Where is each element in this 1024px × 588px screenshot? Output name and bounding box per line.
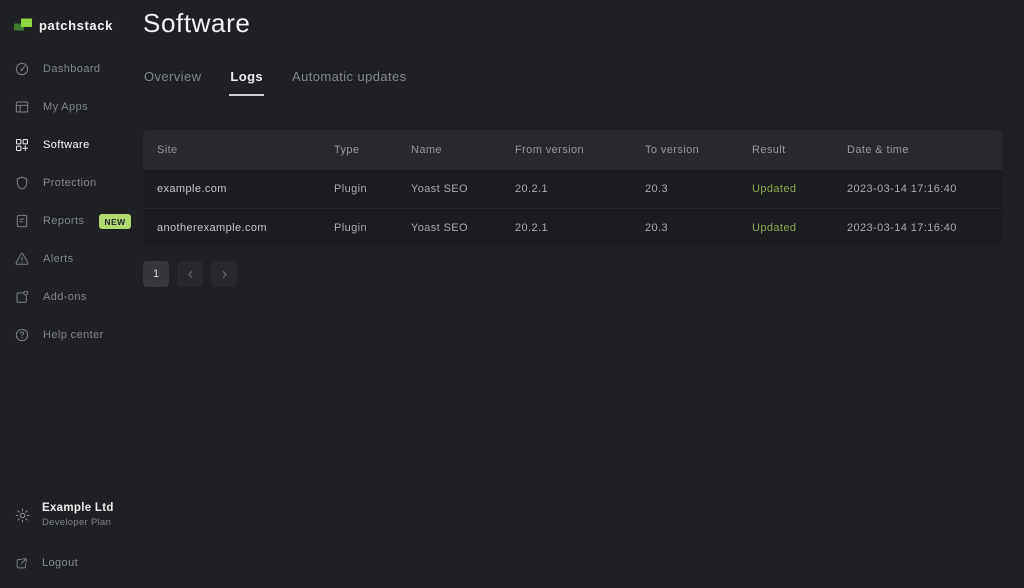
sidebar-item[interactable]: Software bbox=[14, 126, 128, 164]
sidebar-item-label: Help center bbox=[43, 329, 104, 341]
sidebar-item[interactable]: Help center bbox=[14, 316, 128, 354]
sidebar-footer: Example Ltd Developer Plan Logout bbox=[14, 502, 128, 576]
cell-site: example.com bbox=[157, 183, 227, 195]
previous-page-button[interactable] bbox=[177, 261, 203, 287]
cell-site: anotherexample.com bbox=[157, 221, 267, 234]
sidebar-item-icon bbox=[14, 251, 30, 267]
table-row: example.com Plugin Yoast SEO 20.2.1 20.3… bbox=[143, 170, 1002, 208]
logout-label: Logout bbox=[42, 557, 79, 569]
sidebar-item-label: Reports bbox=[43, 215, 85, 227]
sidebar-item-label: Software bbox=[43, 139, 90, 151]
cell-from-version: 20.2.1 bbox=[515, 221, 548, 234]
cell-from-version: 20.2.1 bbox=[515, 183, 548, 195]
cell-name: Yoast SEO bbox=[411, 183, 469, 195]
tab[interactable]: Automatic updates bbox=[291, 69, 407, 96]
cell-name: Yoast SEO bbox=[411, 221, 469, 234]
page-number-button[interactable]: 1 bbox=[143, 261, 169, 287]
pagination: 1 bbox=[143, 261, 1024, 287]
sidebar-item[interactable]: Add-ons bbox=[14, 278, 128, 316]
sidebar-item-label: Add-ons bbox=[43, 291, 87, 303]
sidebar-item[interactable]: Dashboard bbox=[14, 50, 128, 88]
cell-type: Plugin bbox=[334, 183, 367, 195]
sidebar-item[interactable]: Protection bbox=[14, 164, 128, 202]
tab-bar: Overview Logs Automatic updates bbox=[143, 69, 1024, 96]
tab[interactable]: Logs bbox=[229, 69, 265, 96]
sidebar-item[interactable]: Reports NEW bbox=[14, 202, 131, 240]
cell-datetime: 2023-03-14 17:16:40 bbox=[847, 221, 957, 234]
column-header-name: Name bbox=[411, 144, 442, 156]
patchstack-logo-icon bbox=[14, 18, 32, 33]
cell-datetime: 2023-03-14 17:16:40 bbox=[847, 183, 957, 195]
cell-to-version: 20.3 bbox=[645, 183, 669, 195]
sidebar-item-icon bbox=[14, 213, 30, 229]
sidebar-item-label: Dashboard bbox=[43, 63, 101, 75]
brand-logo[interactable]: patchstack bbox=[14, 14, 128, 36]
sidebar-item-icon bbox=[14, 99, 30, 115]
org-plan: Developer Plan bbox=[42, 517, 112, 528]
cell-result-status: Updated bbox=[752, 183, 797, 195]
external-link-icon bbox=[14, 556, 29, 571]
table-body: example.com Plugin Yoast SEO 20.2.1 20.3… bbox=[143, 170, 1002, 246]
tab[interactable]: Overview bbox=[143, 69, 202, 96]
brand-name: patchstack bbox=[39, 17, 113, 33]
column-header-site: Site bbox=[157, 144, 178, 156]
column-header-from-version: From version bbox=[515, 144, 584, 156]
chevron-left-icon bbox=[185, 269, 196, 280]
logs-table: Site Type Name From version To version R… bbox=[143, 130, 1002, 246]
cell-result-status: Updated bbox=[752, 221, 797, 234]
org-settings[interactable]: Example Ltd Developer Plan bbox=[14, 502, 128, 528]
sidebar-item-icon bbox=[14, 175, 30, 191]
sidebar-item[interactable]: My Apps bbox=[14, 88, 128, 126]
sidebar-item-icon bbox=[14, 327, 30, 343]
main-content: Software Overview Logs Automatic updates… bbox=[143, 0, 1024, 287]
cell-type: Plugin bbox=[334, 221, 367, 234]
column-header-type: Type bbox=[334, 144, 360, 156]
sidebar-item-label: My Apps bbox=[43, 101, 88, 113]
sidebar-nav: Dashboard My Apps Software Protection Re… bbox=[14, 50, 131, 354]
sidebar-item-icon bbox=[14, 61, 30, 77]
table-header-row: Site Type Name From version To version R… bbox=[143, 130, 1002, 170]
sidebar-item[interactable]: Alerts bbox=[14, 240, 128, 278]
sidebar: patchstack Dashboard My Apps Software Pr… bbox=[0, 0, 131, 588]
sidebar-item-label: Protection bbox=[43, 177, 97, 189]
sidebar-item-icon bbox=[14, 137, 30, 153]
gear-icon bbox=[14, 507, 31, 524]
column-header-to-version: To version bbox=[645, 144, 700, 156]
new-badge: NEW bbox=[99, 213, 131, 229]
cell-to-version: 20.3 bbox=[645, 221, 669, 234]
sidebar-item-icon bbox=[14, 289, 30, 305]
sidebar-item-label: Alerts bbox=[43, 253, 74, 265]
next-page-button[interactable] bbox=[211, 261, 237, 287]
logout-button[interactable]: Logout bbox=[14, 550, 128, 576]
column-header-result: Result bbox=[752, 144, 786, 156]
page-title: Software bbox=[143, 8, 251, 38]
chevron-right-icon bbox=[219, 269, 230, 280]
org-name: Example Ltd bbox=[42, 502, 114, 514]
column-header-datetime: Date & time bbox=[847, 144, 909, 156]
table-row: anotherexample.com Plugin Yoast SEO 20.2… bbox=[143, 208, 1002, 246]
